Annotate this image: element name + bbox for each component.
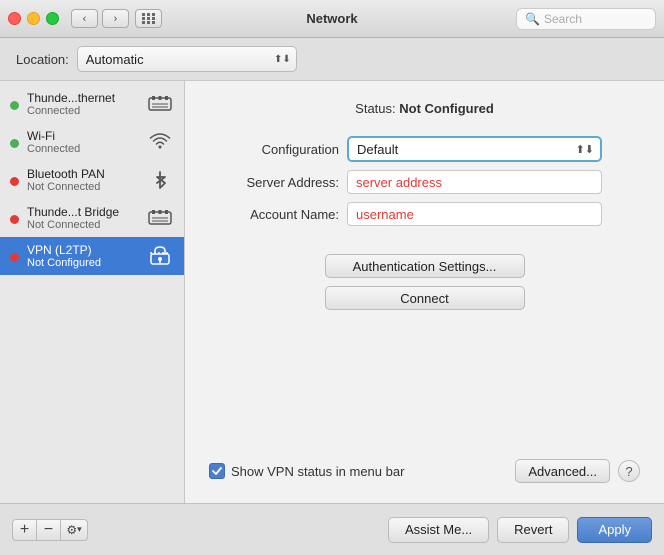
configuration-select[interactable]: Default <box>347 136 602 162</box>
status-dot-green <box>10 139 19 148</box>
titlebar: ‹ › Network 🔍 Search <box>0 0 664 38</box>
chevron-down-icon: ▾ <box>77 524 82 535</box>
bluetooth-icon <box>146 168 174 192</box>
back-button[interactable]: ‹ <box>71 9 98 28</box>
sidebar-item-vpn[interactable]: VPN (L2TP) Not Configured <box>0 237 184 275</box>
grid-icon <box>142 13 156 24</box>
nav-buttons: ‹ › <box>71 9 129 28</box>
remove-network-button[interactable]: − <box>36 519 60 541</box>
status-row: Status: Not Configured <box>209 101 640 116</box>
configuration-select-wrapper: Default ⬆⬇ <box>347 136 602 162</box>
location-select[interactable]: Automatic Custom Location <box>77 46 297 72</box>
network-name: Thunde...t Bridge <box>27 205 142 219</box>
advanced-button[interactable]: Advanced... <box>515 459 610 483</box>
apply-button[interactable]: Apply <box>577 517 652 543</box>
network-status: Not Connected <box>27 219 142 231</box>
show-vpn-checkbox-row: Show VPN status in menu bar <box>209 463 404 479</box>
search-placeholder: Search <box>544 12 582 26</box>
network-name: VPN (L2TP) <box>27 243 142 257</box>
sidebar-controls: + − ⚙▾ <box>12 519 197 541</box>
status-dot-green <box>10 101 19 110</box>
sidebar-item-bluetooth[interactable]: Bluetooth PAN Not Connected <box>0 161 184 199</box>
status-dot-red <box>10 253 19 262</box>
status-value: Not Configured <box>399 101 494 116</box>
main-content: Thunde...thernet Connected Wi-Fi Connect… <box>0 81 664 503</box>
maximize-button[interactable] <box>46 12 59 25</box>
right-panel: Status: Not Configured Configuration Def… <box>185 81 664 503</box>
network-status: Not Connected <box>27 181 142 193</box>
status-label: Status: <box>355 101 395 116</box>
account-name-input[interactable] <box>347 202 602 226</box>
show-vpn-label: Show VPN status in menu bar <box>231 464 404 479</box>
window-title: Network <box>306 11 357 26</box>
bottom-right-buttons: Assist Me... Revert Apply <box>388 517 652 543</box>
bottom-toolbar: + − ⚙▾ Assist Me... Revert Apply <box>0 503 664 555</box>
gear-icon: ⚙ <box>66 523 77 537</box>
assist-me-button[interactable]: Assist Me... <box>388 517 489 543</box>
forward-button[interactable]: › <box>102 9 129 28</box>
help-button[interactable]: ? <box>618 460 640 482</box>
app-switcher-button[interactable] <box>135 9 162 28</box>
ethernet-icon <box>146 92 174 116</box>
gear-menu-button[interactable]: ⚙▾ <box>60 519 88 541</box>
server-address-input[interactable] <box>347 170 602 194</box>
server-address-row: Server Address: <box>209 170 640 194</box>
close-button[interactable] <box>8 12 21 25</box>
status-dot-red <box>10 215 19 224</box>
revert-button[interactable]: Revert <box>497 517 569 543</box>
sidebar-item-wifi[interactable]: Wi-Fi Connected <box>0 123 184 161</box>
network-status: Not Configured <box>27 257 142 269</box>
right-bottom: Show VPN status in menu bar Advanced... … <box>209 459 640 483</box>
status-dot-red <box>10 177 19 186</box>
location-label: Location: <box>16 52 69 67</box>
vpn-icon <box>146 244 174 268</box>
search-icon: 🔍 <box>525 12 540 26</box>
configuration-label: Configuration <box>209 142 339 157</box>
configuration-row: Configuration Default ⬆⬇ <box>209 136 640 162</box>
network-name: Bluetooth PAN <box>27 167 142 181</box>
button-row: Authentication Settings... Connect <box>209 254 640 310</box>
network-name: Thunde...thernet <box>27 91 142 105</box>
add-network-button[interactable]: + <box>12 519 36 541</box>
account-name-label: Account Name: <box>209 207 339 222</box>
form-section: Configuration Default ⬆⬇ Server Address:… <box>209 136 640 226</box>
location-select-wrapper: Automatic Custom Location ⬆⬇ <box>77 46 297 72</box>
show-vpn-checkbox[interactable] <box>209 463 225 479</box>
traffic-lights <box>8 12 59 25</box>
location-bar: Location: Automatic Custom Location ⬆⬇ <box>0 38 664 81</box>
sidebar-item-thunderbolt-bridge[interactable]: Thunde...t Bridge Not Connected <box>0 199 184 237</box>
wifi-icon <box>146 130 174 154</box>
network-status: Connected <box>27 143 142 155</box>
sidebar-item-thunderbolt-ethernet[interactable]: Thunde...thernet Connected <box>0 85 184 123</box>
ethernet-bridge-icon <box>146 206 174 230</box>
account-name-row: Account Name: <box>209 202 640 226</box>
auth-settings-button[interactable]: Authentication Settings... <box>325 254 525 278</box>
connect-button[interactable]: Connect <box>325 286 525 310</box>
network-name: Wi-Fi <box>27 129 142 143</box>
minimize-button[interactable] <box>27 12 40 25</box>
server-address-label: Server Address: <box>209 175 339 190</box>
search-box: 🔍 Search <box>516 8 656 30</box>
sidebar: Thunde...thernet Connected Wi-Fi Connect… <box>0 81 185 503</box>
network-status: Connected <box>27 105 142 117</box>
